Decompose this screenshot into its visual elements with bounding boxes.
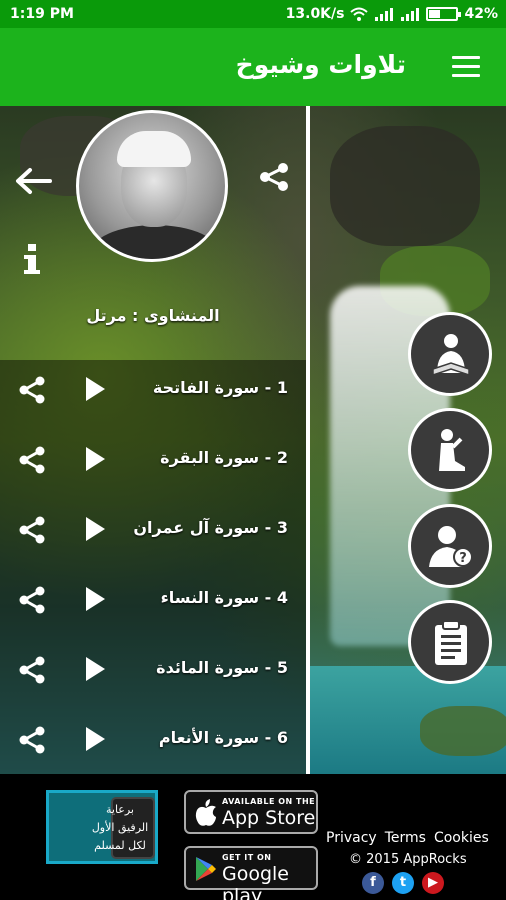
svg-text:?: ? (459, 551, 467, 566)
twitter-icon[interactable]: t (392, 872, 414, 894)
share-icon[interactable] (258, 162, 290, 192)
panel-divider (306, 106, 310, 774)
surah-name: 6 - سورة الأنعام (158, 728, 288, 747)
clipboard-button[interactable] (408, 600, 492, 684)
share-icon[interactable] (18, 376, 46, 404)
status-bar: 1:19 PM 13.0K/s 42% (0, 0, 506, 28)
status-time: 1:19 PM (10, 6, 74, 22)
app-store-button[interactable]: AVAILABLE ON THE App Store (184, 790, 318, 834)
play-icon[interactable] (84, 516, 106, 542)
app-store-small: AVAILABLE ON THE (222, 797, 316, 806)
battery-fill (429, 10, 441, 18)
info-icon[interactable] (22, 244, 42, 274)
share-icon[interactable] (18, 656, 46, 684)
play-icon[interactable] (84, 446, 106, 472)
promo-text: برعاية الرفيق الأول لكل لمسلم (91, 801, 149, 855)
wifi-icon (350, 7, 369, 21)
surah-row[interactable]: 3 - سورة آل عمران (0, 500, 306, 560)
facebook-icon[interactable]: f (362, 872, 384, 894)
copyright: © 2015 AppRocks (349, 852, 467, 867)
reciter-name: المنشاوى : مرتل (86, 306, 220, 325)
user-question-icon: ? (429, 526, 473, 567)
back-arrow-icon[interactable] (14, 166, 52, 196)
play-icon[interactable] (84, 656, 106, 682)
play-icon[interactable] (84, 586, 106, 612)
share-icon[interactable] (18, 586, 46, 614)
surah-row[interactable]: 5 - سورة المائدة (0, 640, 306, 700)
praying-button[interactable] (408, 408, 492, 492)
promo-line1: برعاية (105, 803, 134, 816)
app-bar: تلاوات وشيوخ (0, 28, 506, 106)
surah-row[interactable]: 1 - سورة الفاتحة (0, 360, 306, 420)
play-icon[interactable] (84, 726, 106, 752)
social-icons: f t ▶ (362, 872, 444, 894)
surah-name: 5 - سورة المائدة (156, 658, 288, 677)
reading-quran-button[interactable] (408, 312, 492, 396)
app-store-big: App Store (222, 807, 316, 829)
help-user-button[interactable]: ? (408, 504, 492, 588)
reading-quran-icon (432, 334, 470, 377)
reciter-avatar (76, 110, 228, 262)
google-play-icon (196, 857, 216, 881)
battery-percent: 42% (464, 6, 498, 22)
praying-person-icon (439, 429, 465, 471)
footer-links: Privacy Terms Cookies (326, 830, 489, 846)
privacy-link[interactable]: Privacy (326, 830, 377, 846)
play-icon[interactable] (84, 376, 106, 402)
google-play-big: Google play (222, 863, 290, 900)
footer: برعاية الرفيق الأول لكل لمسلم AVAILABLE … (0, 774, 506, 900)
reciter-panel: المنشاوى : مرتل 1 - سورة الفاتحة 2 - سورة… (0, 106, 306, 774)
clipboard-icon (435, 620, 467, 665)
share-icon[interactable] (18, 726, 46, 754)
share-icon[interactable] (18, 516, 46, 544)
signal-icon (375, 8, 394, 21)
app-title: تلاوات وشيوخ (235, 50, 406, 79)
surah-row[interactable]: 6 - سورة الأنعام (0, 710, 306, 770)
google-play-button[interactable]: GET IT ON Google play (184, 846, 318, 900)
promo-line2: الرفيق الأول (91, 821, 149, 834)
youtube-icon[interactable]: ▶ (422, 872, 444, 894)
surah-name: 4 - سورة النساء (160, 588, 288, 607)
signal-icon-2 (401, 8, 420, 21)
terms-link[interactable]: Terms (385, 830, 426, 846)
surah-name: 2 - سورة البقرة (160, 448, 288, 467)
surah-row[interactable]: 2 - سورة البقرة (0, 430, 306, 490)
promo-line3: لكل لمسلم (94, 839, 146, 852)
promo-banner[interactable]: برعاية الرفيق الأول لكل لمسلم (46, 790, 158, 864)
surah-row[interactable]: 4 - سورة النساء (0, 570, 306, 630)
surah-name: 3 - سورة آل عمران (133, 518, 288, 537)
network-speed: 13.0K/s (285, 6, 345, 22)
share-icon[interactable] (18, 446, 46, 474)
status-right: 13.0K/s 42% (286, 6, 498, 22)
hamburger-icon[interactable] (452, 56, 480, 78)
cookies-link[interactable]: Cookies (434, 830, 489, 846)
google-play-small: GET IT ON (222, 853, 272, 862)
battery-icon (426, 7, 462, 21)
apple-icon (195, 799, 216, 826)
surah-name: 1 - سورة الفاتحة (152, 378, 288, 397)
